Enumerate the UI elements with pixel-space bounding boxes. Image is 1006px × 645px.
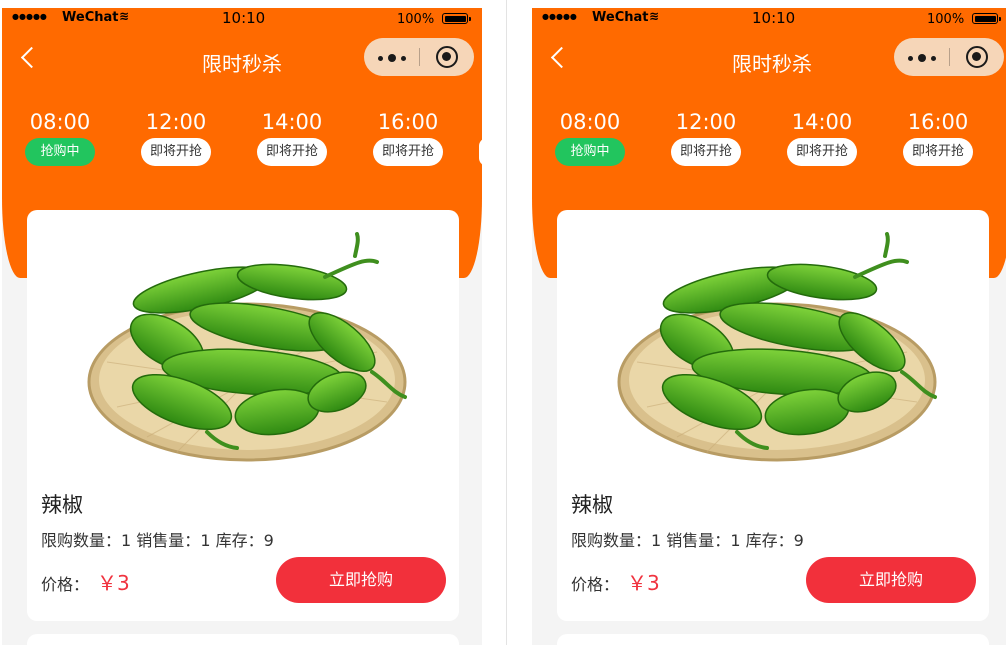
next-product-card [27,634,459,645]
time-tab-1200[interactable]: 12:00 即将开抢 [131,110,221,170]
time-tab-1400[interactable]: 14:00 即将开抢 [247,110,337,170]
limit-label: 限购数量： [41,531,122,550]
stock-label: 库存： [745,531,794,550]
divider [506,0,507,645]
limit-label: 限购数量： [571,531,652,550]
product-card: 辣椒 限购数量：1 销售量：1 库存：9 价格： ￥3 立即抢购 [557,210,989,621]
pepper-image [87,232,407,462]
time-tab-status: 即将开抢 [257,138,327,166]
time-tab-status: 即将开抢 [373,138,443,166]
time-tab-status: 抢购中 [25,138,95,166]
time-tab-time: 14:00 [261,110,323,134]
pepper-image [617,232,937,462]
time-tab-time: 14:00 [791,110,853,134]
buy-now-button[interactable]: 立即抢购 [276,557,446,603]
time-tab-1200[interactable]: 12:00 即将开抢 [661,110,751,170]
more-dots-icon[interactable] [374,48,414,66]
time-tab-overflow [479,138,482,166]
time-tab-1600[interactable]: 16:00 即将开抢 [363,110,453,170]
carrier-label: WeChat [592,10,649,25]
product-name: 辣椒 [571,493,613,517]
time-tab-time: 12:00 [145,110,207,134]
time-tab-time: 08:00 [559,110,621,134]
mini-program-capsule [364,38,474,76]
battery-icon [442,13,471,24]
more-dots-icon[interactable] [904,48,944,66]
sold-label: 销售量： [666,531,731,550]
wifi-icon: ≋ [119,9,130,23]
product-name: 辣椒 [41,493,83,517]
status-bar: ●●●●● WeChat ≋ 10:10 100% [2,8,482,30]
time-tab-status: 即将开抢 [141,138,211,166]
capsule-divider [949,48,950,66]
phone-screen-left: ●●●●● WeChat ≋ 10:10 100% 限时秒杀 08:00 抢购中… [2,8,482,645]
price-value: ￥3 [627,571,660,595]
limit-value: 1 [651,531,662,550]
time-tab-status: 即将开抢 [671,138,741,166]
phone-screen-right: ●●●●● WeChat ≋ 10:10 100% 限时秒杀 08:00 抢购中… [532,8,1006,645]
sold-label: 销售量： [136,531,201,550]
time-tab-1600[interactable]: 16:00 即将开抢 [893,110,983,170]
status-bar: ●●●●● WeChat ≋ 10:10 100% [532,8,1006,30]
time-tab-time: 08:00 [29,110,91,134]
time-tab-status: 即将开抢 [787,138,857,166]
buy-now-button[interactable]: 立即抢购 [806,557,976,603]
sold-value: 1 [200,531,211,550]
time-tab-time: 16:00 [377,110,439,134]
time-tab-0800[interactable]: 08:00 抢购中 [15,110,105,170]
next-product-card [557,634,989,645]
product-stats: 限购数量：1 销售量：1 库存：9 [571,527,804,551]
carrier-label: WeChat [62,10,119,25]
time-tab-time: 12:00 [675,110,737,134]
signal-icon: ●●●●● [542,12,577,21]
time-tab-1400[interactable]: 14:00 即将开抢 [777,110,867,170]
price-label: 价格： [571,575,620,594]
battery-percent: 100% [927,12,965,27]
battery-icon [972,13,1001,24]
stock-value: 9 [793,531,804,550]
target-circle-icon[interactable] [436,46,458,68]
stock-value: 9 [263,531,274,550]
target-circle-icon[interactable] [966,46,988,68]
stock-label: 库存： [215,531,264,550]
product-stats: 限购数量：1 销售量：1 库存：9 [41,527,274,551]
battery-percent: 100% [397,12,435,27]
sold-value: 1 [730,531,741,550]
price-label: 价格： [41,575,90,594]
wifi-icon: ≋ [649,9,660,23]
signal-icon: ●●●●● [12,12,47,21]
limit-value: 1 [121,531,132,550]
time-tab-0800[interactable]: 08:00 抢购中 [545,110,635,170]
time-tab-status: 抢购中 [555,138,625,166]
price-value: ￥3 [97,571,130,595]
time-tab-time: 16:00 [907,110,969,134]
product-card: 辣椒 限购数量：1 销售量：1 库存：9 价格： ￥3 立即抢购 [27,210,459,621]
capsule-divider [419,48,420,66]
mini-program-capsule [894,38,1004,76]
status-time: 10:10 [222,9,266,27]
time-tab-status: 即将开抢 [903,138,973,166]
status-time: 10:10 [752,9,796,27]
